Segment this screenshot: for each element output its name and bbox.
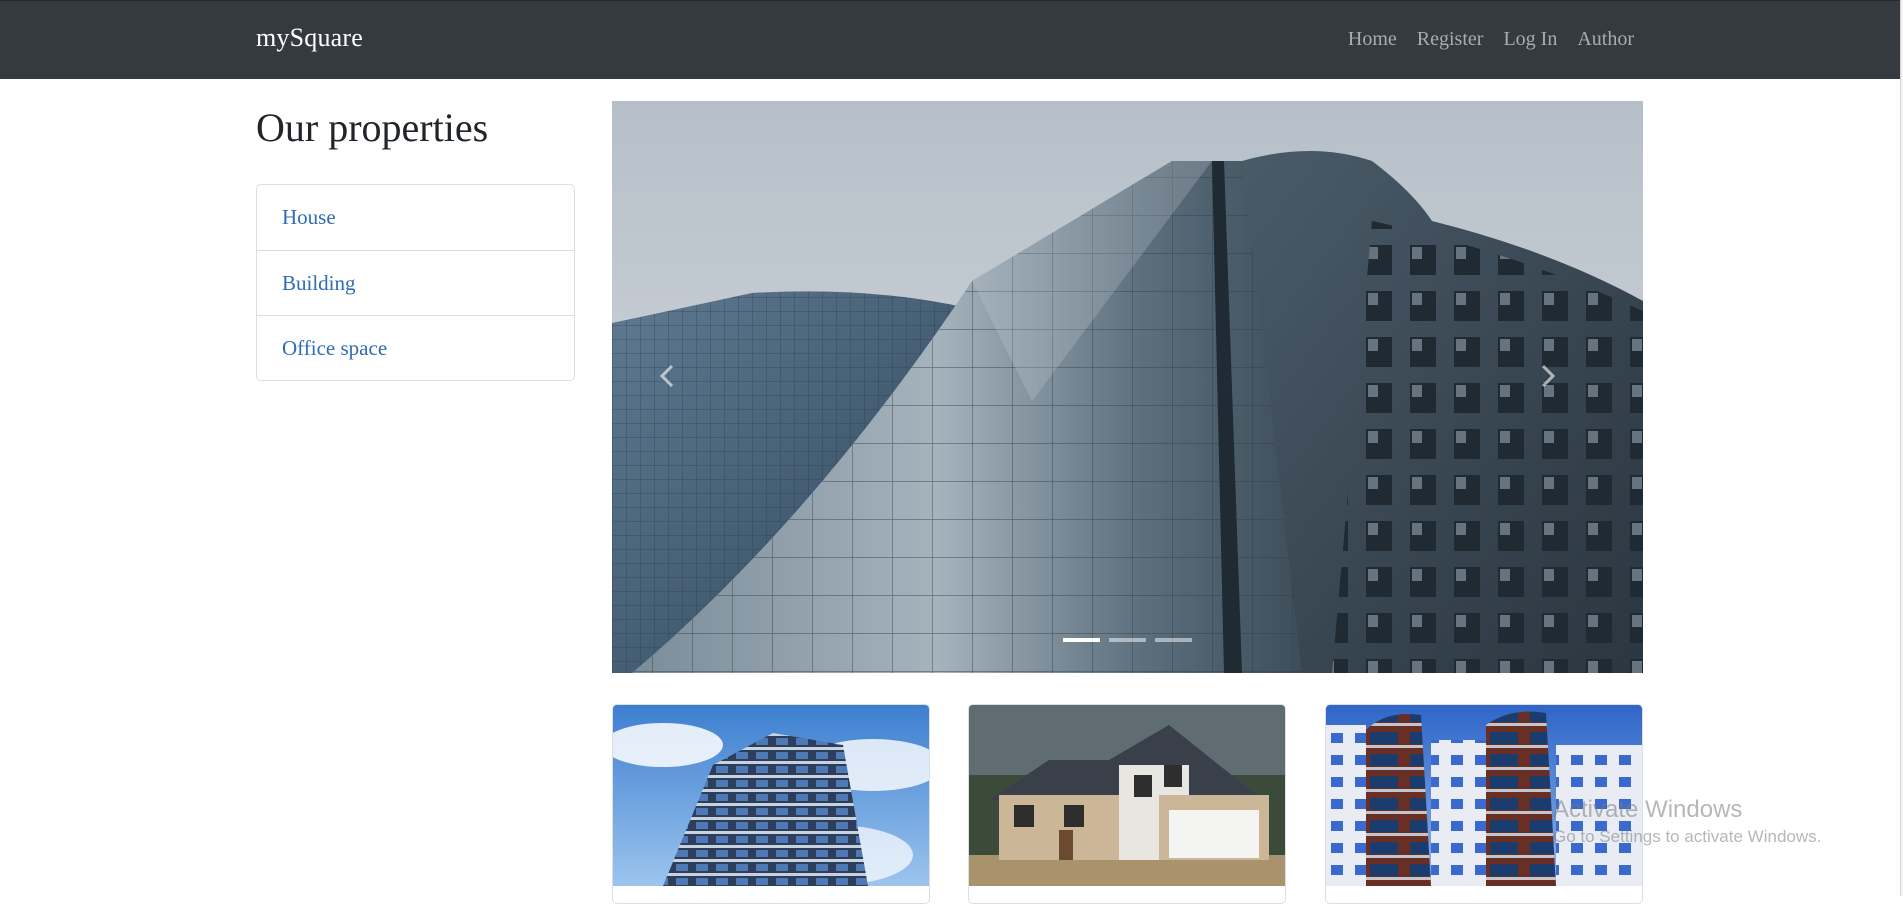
- hero-carousel: [612, 101, 1643, 673]
- category-item-office-space[interactable]: Office space: [257, 315, 574, 380]
- top-navbar: mySquare Home Register Log In Author: [0, 0, 1900, 79]
- nav-link-register[interactable]: Register: [1417, 28, 1484, 51]
- page-title: Our properties: [256, 105, 489, 150]
- carousel-indicator-2[interactable]: [1109, 638, 1146, 642]
- nav-link-author[interactable]: Author: [1577, 28, 1634, 51]
- skyscrapers-image: [612, 101, 1643, 673]
- carousel-indicator-1[interactable]: [1063, 638, 1100, 642]
- brand-logo-link[interactable]: mySquare: [256, 23, 363, 53]
- watermark-subtitle: Go to Settings to activate Windows.: [1553, 827, 1822, 846]
- carousel-next-button[interactable]: [1538, 363, 1598, 413]
- carousel-indicators: [612, 638, 1643, 642]
- activate-windows-watermark: Activate Windows Go to Settings to activ…: [1553, 796, 1821, 848]
- nav-links: Home Register Log In Author: [1348, 28, 1634, 51]
- category-item-house[interactable]: House: [257, 185, 574, 250]
- carousel-indicator-3[interactable]: [1155, 638, 1192, 642]
- property-card[interactable]: [968, 704, 1286, 904]
- nav-link-login[interactable]: Log In: [1503, 28, 1557, 51]
- chevron-left-icon: [659, 364, 674, 388]
- carousel-prev-button[interactable]: [657, 363, 717, 413]
- property-category-list: House Building Office space: [256, 184, 575, 381]
- watermark-title: Activate Windows: [1553, 796, 1743, 823]
- suburban-house-image: [969, 705, 1285, 886]
- property-card[interactable]: [612, 704, 930, 904]
- apartment-tower-image: [613, 705, 929, 886]
- nav-link-home[interactable]: Home: [1348, 28, 1397, 51]
- category-item-building[interactable]: Building: [257, 250, 574, 315]
- chevron-right-icon: [1541, 364, 1556, 388]
